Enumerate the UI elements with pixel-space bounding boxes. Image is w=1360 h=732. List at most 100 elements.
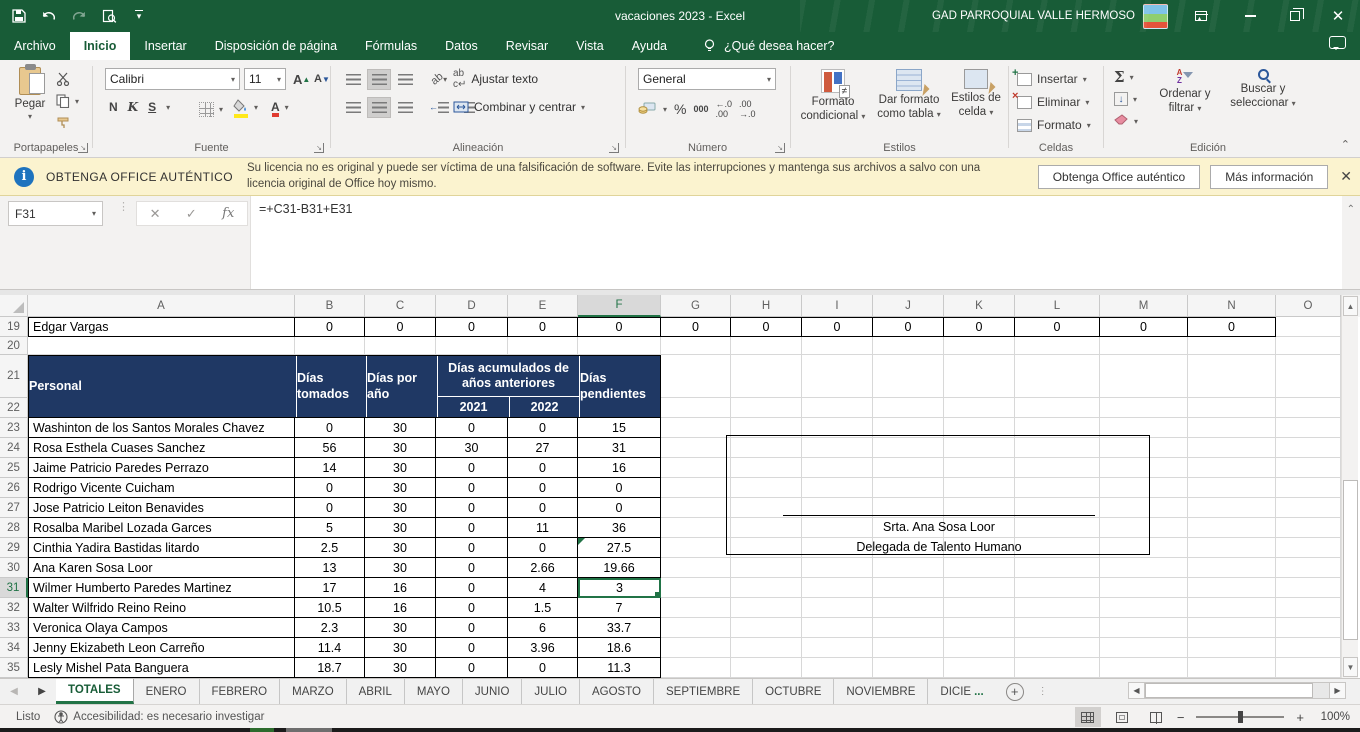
close-button[interactable]: ✕: [1316, 0, 1360, 32]
select-all-corner[interactable]: [0, 295, 28, 317]
col-header-N[interactable]: N: [1188, 295, 1276, 317]
cell-I21[interactable]: [802, 355, 873, 398]
italic-button[interactable]: K: [128, 100, 138, 114]
enter-icon[interactable]: ✓: [186, 206, 197, 222]
row-header-33[interactable]: 33: [0, 618, 28, 638]
cell-A31[interactable]: Wilmer Humberto Paredes Martinez: [28, 578, 295, 598]
col-header-K[interactable]: K: [944, 295, 1015, 317]
cell-I30[interactable]: [802, 558, 873, 578]
cell-G24[interactable]: [661, 438, 731, 458]
ribbon-tab-disposici-n-de-p-gina[interactable]: Disposición de página: [201, 32, 351, 60]
sheet-tab-octubre[interactable]: OCTUBRE: [753, 679, 834, 704]
font-dialog-launcher-icon[interactable]: [314, 143, 324, 153]
row-header-20[interactable]: 20: [0, 337, 28, 355]
cell-G31[interactable]: [661, 578, 731, 598]
row-header-27[interactable]: 27: [0, 498, 28, 518]
cell-H32[interactable]: [731, 598, 802, 618]
cell-O21[interactable]: [1276, 355, 1341, 398]
get-office-button[interactable]: Obtenga Office auténtico: [1038, 165, 1201, 189]
cell-J34[interactable]: [873, 638, 944, 658]
col-header-I[interactable]: I: [802, 295, 873, 317]
cell-D24[interactable]: 30: [436, 438, 508, 458]
cell-O22[interactable]: [1276, 398, 1341, 418]
cell-D27[interactable]: 0: [436, 498, 508, 518]
row-header-28[interactable]: 28: [0, 518, 28, 538]
sheet-tab-dicie[interactable]: DICIE...: [928, 679, 995, 704]
cell-N22[interactable]: [1188, 398, 1276, 418]
tab-splitter-icon[interactable]: ⋮: [1038, 686, 1049, 697]
cell-A30[interactable]: Ana Karen Sosa Loor: [28, 558, 295, 578]
sheet-tab-septiembre[interactable]: SEPTIEMBRE: [654, 679, 753, 704]
cell-I22[interactable]: [802, 398, 873, 418]
col-header-O[interactable]: O: [1276, 295, 1341, 317]
cell-E29[interactable]: 0: [508, 538, 578, 558]
cell-C31[interactable]: 16: [365, 578, 436, 598]
cell-styles-button[interactable]: Estilos de celda ▾: [947, 69, 1005, 120]
alignment-dialog-launcher-icon[interactable]: [609, 143, 619, 153]
redo-icon[interactable]: [66, 3, 92, 29]
clear-button[interactable]: ▾: [1114, 110, 1138, 132]
more-info-button[interactable]: Más información: [1210, 165, 1328, 189]
conditional-formatting-button[interactable]: Formato condicional ▾: [797, 69, 869, 124]
number-dialog-launcher-icon[interactable]: [775, 143, 785, 153]
cell-M21[interactable]: [1100, 355, 1188, 398]
cell-L21[interactable]: [1015, 355, 1100, 398]
row-header-35[interactable]: 35: [0, 658, 28, 678]
autosum-button[interactable]: Σ▾: [1114, 66, 1134, 88]
cell-C34[interactable]: 30: [365, 638, 436, 658]
row-header-25[interactable]: 25: [0, 458, 28, 478]
col-header-H[interactable]: H: [731, 295, 802, 317]
cell-E28[interactable]: 11: [508, 518, 578, 538]
cell-K32[interactable]: [944, 598, 1015, 618]
copy-button[interactable]: ▾: [56, 90, 79, 112]
cell-O33[interactable]: [1276, 618, 1341, 638]
zoom-in-icon[interactable]: +: [1296, 710, 1304, 725]
align-left-icon[interactable]: [341, 97, 365, 118]
cell-A27[interactable]: Jose Patricio Leiton Benavides: [28, 498, 295, 518]
sheet-tab-mayo[interactable]: MAYO: [405, 679, 463, 704]
col-header-L[interactable]: L: [1015, 295, 1100, 317]
ribbon-tab-archivo[interactable]: Archivo: [0, 32, 70, 60]
cell-E32[interactable]: 1.5: [508, 598, 578, 618]
cell-G35[interactable]: [661, 658, 731, 678]
sheet-nav-right-icon[interactable]: ▶: [28, 679, 56, 704]
cell-F23[interactable]: 15: [578, 418, 661, 438]
cell-N27[interactable]: [1188, 498, 1276, 518]
row-header-29[interactable]: 29: [0, 538, 28, 558]
cell-K31[interactable]: [944, 578, 1015, 598]
increase-decimal-icon[interactable]: ←.0.00: [716, 99, 733, 119]
row-header-26[interactable]: 26: [0, 478, 28, 498]
cell-E19[interactable]: 0: [508, 317, 578, 337]
row-header-19[interactable]: 19: [0, 317, 28, 337]
sheet-tab-junio[interactable]: JUNIO: [463, 679, 523, 704]
cell-A29[interactable]: Cinthia Yadira Bastidas litardo: [28, 538, 295, 558]
col-header-C[interactable]: C: [365, 295, 436, 317]
row-header-31[interactable]: 31: [0, 578, 28, 598]
account-logo[interactable]: [1143, 4, 1168, 29]
print-preview-icon[interactable]: [96, 3, 122, 29]
cell-D29[interactable]: 0: [436, 538, 508, 558]
currency-icon[interactable]: [638, 101, 656, 118]
fill-color-icon[interactable]: [233, 99, 249, 115]
cell-I34[interactable]: [802, 638, 873, 658]
cell-O25[interactable]: [1276, 458, 1341, 478]
cell-I19[interactable]: 0: [802, 317, 873, 337]
underline-dropdown-icon[interactable]: ▾: [166, 103, 170, 112]
sheet-tab-abril[interactable]: ABRIL: [347, 679, 405, 704]
cell-G30[interactable]: [661, 558, 731, 578]
cell-B19[interactable]: 0: [295, 317, 365, 337]
cell-N29[interactable]: [1188, 538, 1276, 558]
font-color-icon[interactable]: A: [271, 100, 280, 114]
col-header-A[interactable]: A: [28, 295, 295, 317]
cell-E31[interactable]: 4: [508, 578, 578, 598]
cell-H35[interactable]: [731, 658, 802, 678]
delete-cells-button[interactable]: Eliminar▾: [1017, 91, 1089, 113]
cell-G32[interactable]: [661, 598, 731, 618]
cell-G20[interactable]: [661, 337, 731, 355]
cell-D35[interactable]: 0: [436, 658, 508, 678]
percent-icon[interactable]: %: [674, 101, 686, 117]
cell-O31[interactable]: [1276, 578, 1341, 598]
row-header-23[interactable]: 23: [0, 418, 28, 438]
row-header-22[interactable]: 22: [0, 398, 28, 418]
sheet-tab-julio[interactable]: JULIO: [522, 679, 580, 704]
